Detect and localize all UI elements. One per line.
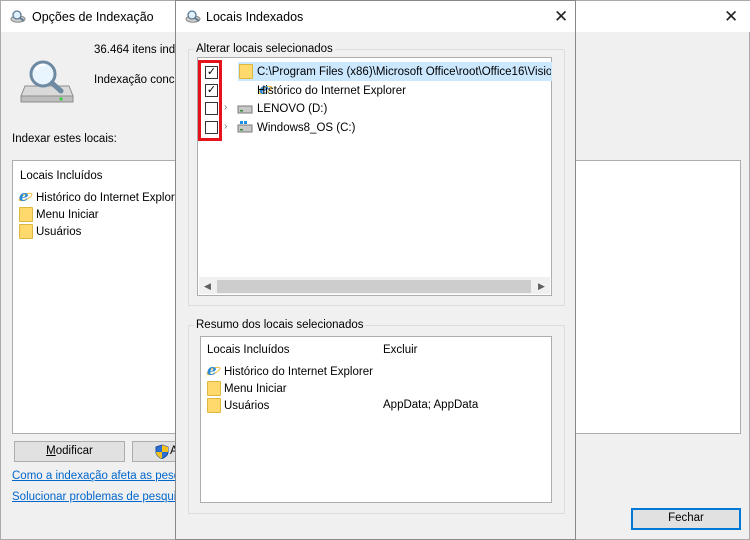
uac-shield-icon [155, 444, 169, 459]
search-index-icon [185, 10, 201, 23]
dialog-title: Locais Indexados [206, 10, 304, 24]
folder-icon [207, 398, 221, 413]
summary-included-header: Locais Incluídos [207, 344, 290, 356]
list-item: Usuários [207, 397, 373, 414]
ie-icon: e [17, 189, 34, 205]
list-item: Menu Iniciar [207, 380, 373, 397]
drive-windows-icon [237, 121, 253, 133]
drive-icon [237, 105, 253, 114]
summary-list[interactable]: Locais Incluídos Excluir e Histórico do … [200, 336, 552, 503]
locations-tree[interactable]: ✓ C:\Program Files (x86)\Microsoft Offic… [197, 57, 552, 296]
folder-icon [19, 224, 33, 239]
close-button[interactable]: Fechar [631, 508, 741, 530]
summary-group-label: Resumo dos locais selecionados [194, 319, 366, 331]
bg-locations-list[interactable]: Locais Incluídos e Histórico do Internet… [12, 160, 185, 434]
scroll-left-icon[interactable]: ◀ [199, 278, 216, 295]
tree-item-label[interactable]: LENOVO (D:) [257, 103, 327, 115]
expand-chevron-icon[interactable]: › [224, 102, 227, 113]
indexing-magnifier-icon [20, 60, 74, 103]
tree-item-label[interactable]: C:\Program Files (x86)\Microsoft Office\… [257, 66, 551, 78]
ie-icon: e [205, 363, 222, 379]
dialog-close-icon[interactable]: ✕ [554, 8, 568, 25]
change-group-label: Alterar locais selecionados [194, 43, 335, 55]
list-item: e Histórico do Internet Explorer [17, 189, 185, 206]
modify-button[interactable]: Modificar [14, 441, 125, 462]
how-indexing-affects-link[interactable]: Como a indexação afeta as pesqui [12, 470, 189, 482]
folder-icon [207, 381, 221, 396]
list-item-label: Histórico do Internet Explorer [36, 191, 185, 204]
expand-chevron-icon[interactable]: › [224, 121, 227, 132]
bg-window-title: Opções de Indexação [32, 10, 154, 24]
dialog-title-bar: Locais Indexados ✕ [176, 1, 575, 32]
list-item-label: Menu Iniciar [224, 382, 287, 395]
checkbox-highlight-box [198, 60, 222, 141]
folder-icon [239, 64, 253, 79]
summary-exclude-header: Excluir [383, 344, 418, 356]
list-item: Menu Iniciar [19, 206, 185, 223]
list-item-label: Menu Iniciar [36, 208, 99, 221]
index-locations-label: Indexar estes locais: [12, 133, 117, 145]
bg-included-header: Locais Incluídos [20, 170, 103, 182]
list-item: Usuários [19, 223, 185, 240]
folder-icon [19, 207, 33, 222]
search-index-icon [10, 10, 26, 23]
scroll-right-icon[interactable]: ▶ [533, 278, 550, 295]
indexing-status-text: Indexação conclu [94, 74, 184, 86]
list-item-label: Usuários [36, 225, 82, 238]
item-count-text: 36.464 itens inde [94, 44, 182, 56]
list-item-label: Usuários [224, 399, 270, 412]
summary-rows: e Histórico do Internet Explorer Menu In… [205, 363, 373, 414]
list-item: e Histórico do Internet Explorer [205, 363, 373, 380]
horizontal-scrollbar[interactable]: ◀ ▶ [199, 277, 550, 294]
tree-item-label[interactable]: Windows8_OS (C:) [257, 122, 355, 134]
bg-close-icon[interactable]: ✕ [724, 8, 738, 25]
advanced-button[interactable]: A [132, 441, 178, 462]
tree-item-label[interactable]: Histórico do Internet Explorer [257, 85, 406, 97]
list-item-label: Histórico do Internet Explorer [224, 365, 373, 378]
troubleshoot-link[interactable]: Solucionar problemas de pesquisa [12, 491, 188, 503]
scroll-thumb[interactable] [217, 280, 531, 293]
summary-exclude-value: AppData; AppData [383, 399, 479, 411]
indexed-locations-dialog: Locais Indexados ✕ Alterar locais seleci… [175, 0, 576, 540]
bg-locations-list-right [575, 160, 741, 434]
bg-included-list: e Histórico do Internet Explorer Menu In… [17, 189, 185, 240]
